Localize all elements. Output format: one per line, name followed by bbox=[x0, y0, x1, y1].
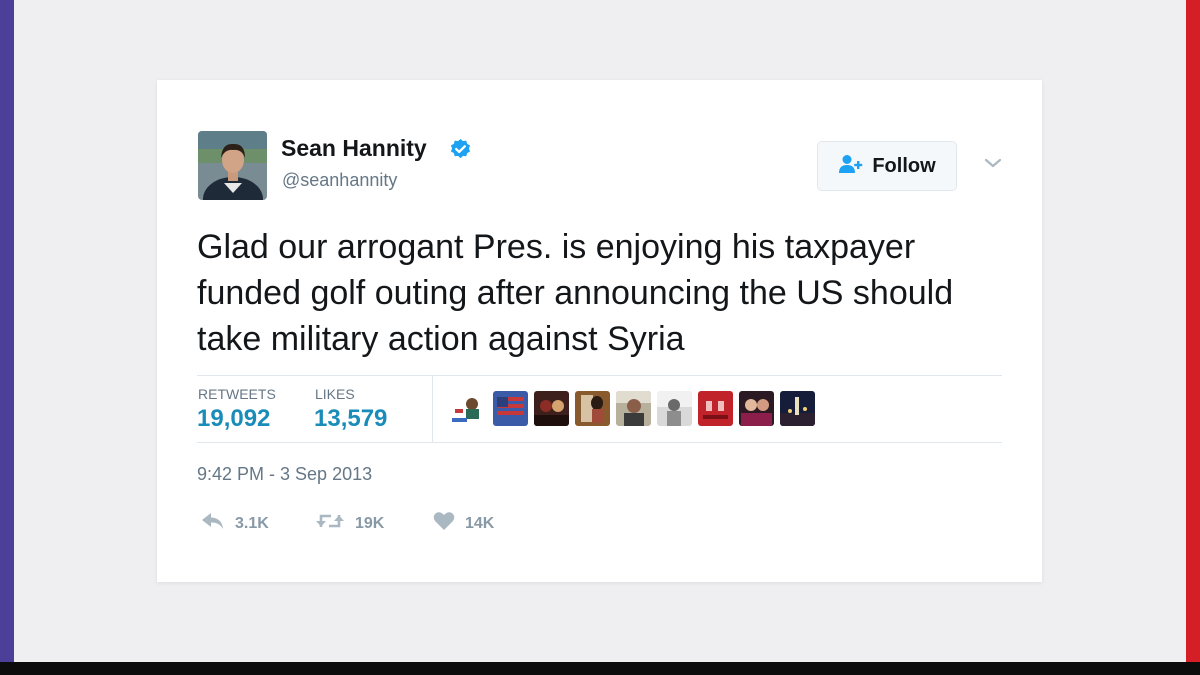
stats-divider bbox=[432, 376, 433, 442]
follow-button[interactable]: Follow bbox=[817, 141, 957, 191]
liker-avatar[interactable] bbox=[698, 391, 733, 426]
liker-avatar[interactable] bbox=[452, 391, 487, 426]
follow-button-label: Follow bbox=[872, 154, 936, 177]
liker-avatars bbox=[452, 391, 815, 426]
retweet-count: 19K bbox=[355, 514, 385, 532]
liker-avatar[interactable] bbox=[739, 391, 774, 426]
frame-bottom-bar bbox=[0, 662, 1200, 675]
retweets-count[interactable]: 19,092 bbox=[197, 405, 270, 433]
liker-avatar[interactable] bbox=[534, 391, 569, 426]
display-name[interactable]: Sean Hannity bbox=[281, 135, 427, 162]
reply-count: 3.1K bbox=[235, 514, 269, 532]
tweet-card: Sean Hannity @seanhannity Follow Glad ou… bbox=[157, 80, 1042, 582]
tweet-timestamp[interactable]: 9:42 PM - 3 Sep 2013 bbox=[197, 464, 372, 485]
liker-avatar[interactable] bbox=[616, 391, 651, 426]
frame-left-stripe bbox=[0, 0, 14, 662]
like-action[interactable]: 14K bbox=[433, 511, 494, 536]
tweet-text: Glad our arrogant Pres. is enjoying his … bbox=[197, 228, 954, 358]
reply-icon bbox=[201, 511, 225, 536]
like-count: 14K bbox=[465, 514, 495, 532]
divider-bottom bbox=[197, 442, 1002, 443]
user-handle[interactable]: @seanhannity bbox=[282, 170, 397, 191]
reply-action[interactable]: 3.1K bbox=[201, 511, 269, 536]
retweet-icon bbox=[315, 511, 345, 536]
retweets-label: RETWEETS bbox=[198, 386, 276, 402]
liker-avatar[interactable] bbox=[780, 391, 815, 426]
liker-avatar[interactable] bbox=[575, 391, 610, 426]
liker-avatar[interactable] bbox=[657, 391, 692, 426]
verified-badge-icon bbox=[449, 138, 472, 161]
frame-right-stripe bbox=[1186, 0, 1200, 662]
likes-label: LIKES bbox=[315, 386, 355, 402]
chevron-down-icon[interactable] bbox=[983, 156, 1003, 170]
liker-avatar[interactable] bbox=[493, 391, 528, 426]
avatar[interactable] bbox=[198, 131, 267, 200]
divider-top bbox=[197, 375, 1002, 376]
add-user-icon bbox=[838, 154, 864, 179]
likes-count[interactable]: 13,579 bbox=[314, 405, 387, 433]
heart-icon bbox=[433, 511, 455, 536]
retweet-action[interactable]: 19K bbox=[315, 511, 384, 536]
